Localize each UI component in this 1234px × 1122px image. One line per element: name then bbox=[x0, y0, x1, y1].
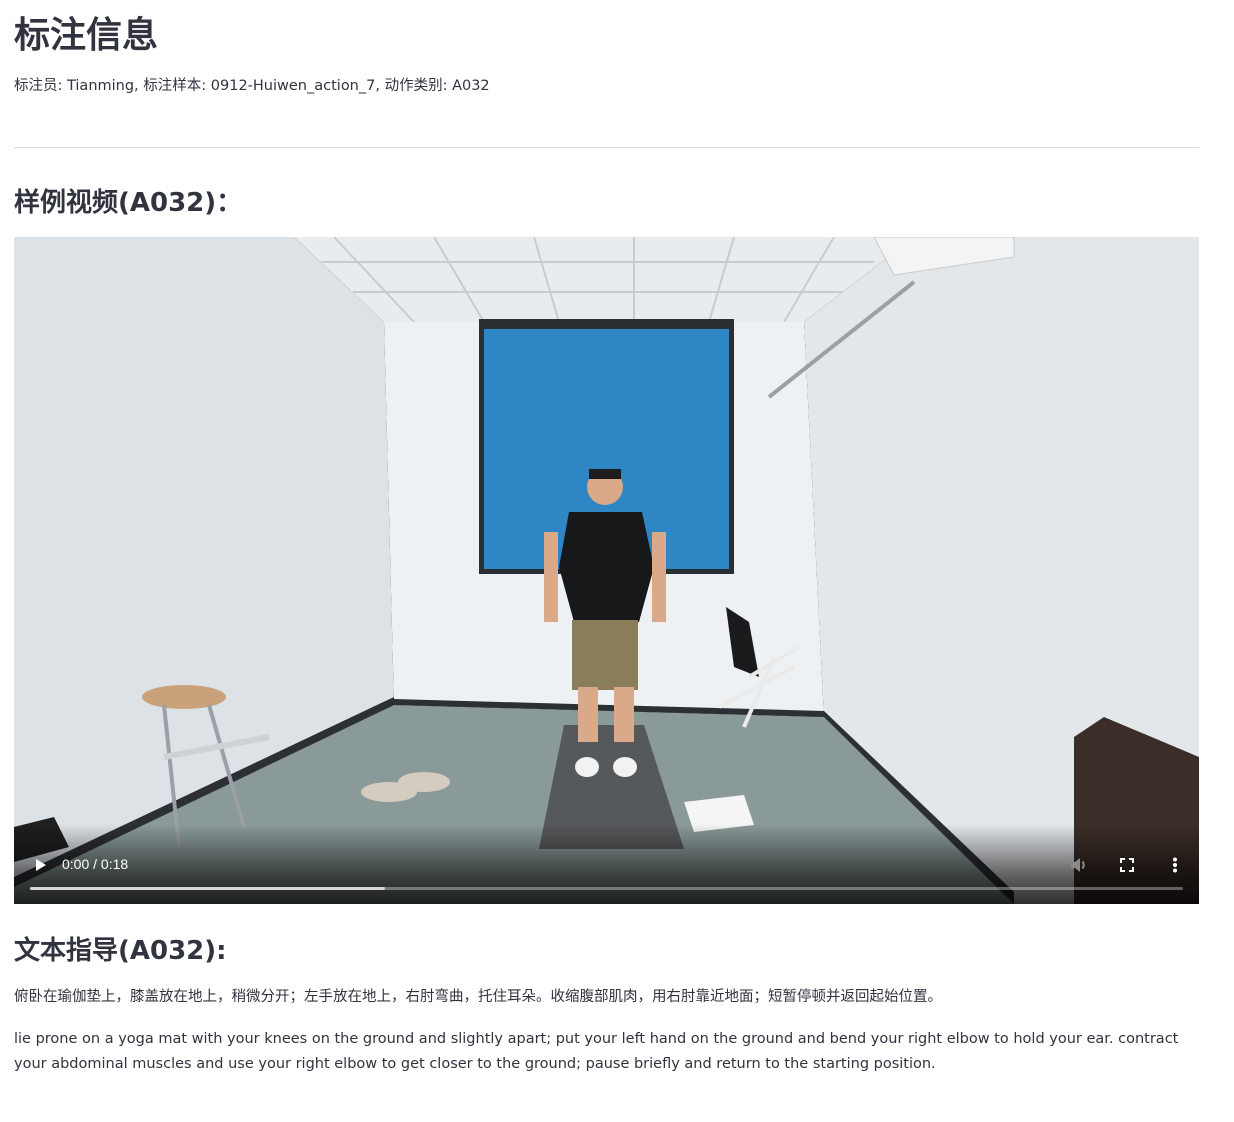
seek-bar-buffered bbox=[30, 887, 386, 890]
fullscreen-icon bbox=[1120, 858, 1134, 872]
seek-bar[interactable] bbox=[30, 887, 1183, 890]
fullscreen-button[interactable] bbox=[1115, 853, 1139, 877]
page-title: 标注信息 bbox=[14, 15, 159, 56]
more-vertical-icon bbox=[1173, 857, 1177, 873]
divider bbox=[14, 147, 1199, 148]
play-button[interactable] bbox=[28, 853, 52, 877]
guidance-text-zh: 俯卧在瑜伽垫上，膝盖放在地上，稍微分开；左手放在地上，右肘弯曲，托住耳朵。收缩腹… bbox=[14, 989, 942, 1005]
video-frame bbox=[14, 237, 1199, 904]
time-display: 0:00 / 0:18 bbox=[62, 856, 129, 872]
text-guidance-heading: 文本指导(A032): bbox=[14, 936, 227, 966]
example-video-heading: 样例视频(A032)： bbox=[14, 188, 243, 218]
volume-icon bbox=[1071, 858, 1085, 872]
guidance-text-en: lie prone on a yoga mat with your knees … bbox=[14, 1031, 1179, 1072]
example-video-player[interactable]: 0:00 / 0:18 bbox=[14, 237, 1199, 904]
mute-button[interactable] bbox=[1067, 853, 1091, 877]
play-icon bbox=[36, 859, 46, 871]
video-controls: 0:00 / 0:18 bbox=[14, 824, 1199, 904]
annotation-meta: 标注员: Tianming, 标注样本: 0912-Huiwen_action_… bbox=[14, 78, 490, 94]
more-options-button[interactable] bbox=[1163, 853, 1187, 877]
